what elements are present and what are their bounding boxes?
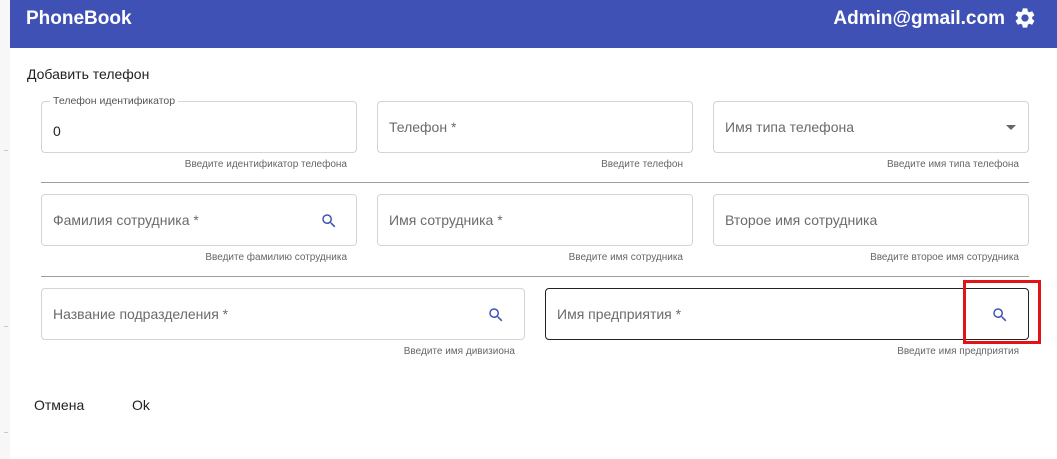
app-title[interactable]: PhoneBook [26,8,132,30]
left-edge-strip [0,0,10,459]
first-name-field[interactable]: Имя сотрудника * [377,194,693,246]
ok-button[interactable]: Ok [132,397,150,413]
last-name-helper: Введите фамилию сотрудника [205,252,347,263]
phone-id-value[interactable]: 0 [53,123,61,139]
search-icon[interactable] [487,306,505,324]
dialog-title: Добавить телефон [27,66,150,82]
phone-id-label: Телефон идентификатор [50,95,179,107]
chevron-down-icon[interactable] [1006,125,1016,130]
division-placeholder: Название подразделения * [53,306,229,322]
division-helper: Введите имя дивизиона [403,346,515,357]
edge-tick [4,150,8,151]
phone-helper: Введите телефон [601,159,683,170]
enterprise-placeholder: Имя предприятия * [557,306,682,322]
edge-tick [4,326,8,327]
middle-name-placeholder: Второе имя сотрудника [725,212,878,228]
last-name-field[interactable]: Фамилия сотрудника * [41,194,357,246]
middle-name-helper: Введите второе имя сотрудника [870,252,1019,263]
row-divider [41,182,1029,183]
enterprise-helper: Введите имя предприятия [897,346,1019,357]
user-email[interactable]: Admin@gmail.com [833,8,1005,30]
phone-placeholder: Телефон * [389,119,457,135]
edge-tick [4,432,8,433]
phone-type-helper: Введите имя типа телефона [887,159,1019,170]
last-name-placeholder: Фамилия сотрудника * [53,212,199,228]
phone-field[interactable]: Телефон * [377,101,693,153]
row-divider [41,276,1029,277]
enterprise-field[interactable]: Имя предприятия * [545,288,1029,340]
phone-type-placeholder: Имя типа телефона [725,119,855,135]
division-field[interactable]: Название подразделения * [41,288,525,340]
first-name-helper: Введите имя сотрудника [568,252,683,263]
phone-id-field[interactable]: Телефон идентификатор 0 [41,95,357,153]
highlight-box [963,280,1041,344]
app-bar: PhoneBook Admin@gmail.com [10,0,1057,48]
gear-icon[interactable] [1013,6,1037,30]
first-name-placeholder: Имя сотрудника * [389,212,503,228]
search-icon[interactable] [320,212,338,230]
middle-name-field[interactable]: Второе имя сотрудника [713,194,1029,246]
phone-type-select[interactable]: Имя типа телефона [713,101,1029,153]
cancel-button[interactable]: Отмена [34,397,84,413]
phone-id-helper: Введите идентификатор телефона [184,159,347,170]
